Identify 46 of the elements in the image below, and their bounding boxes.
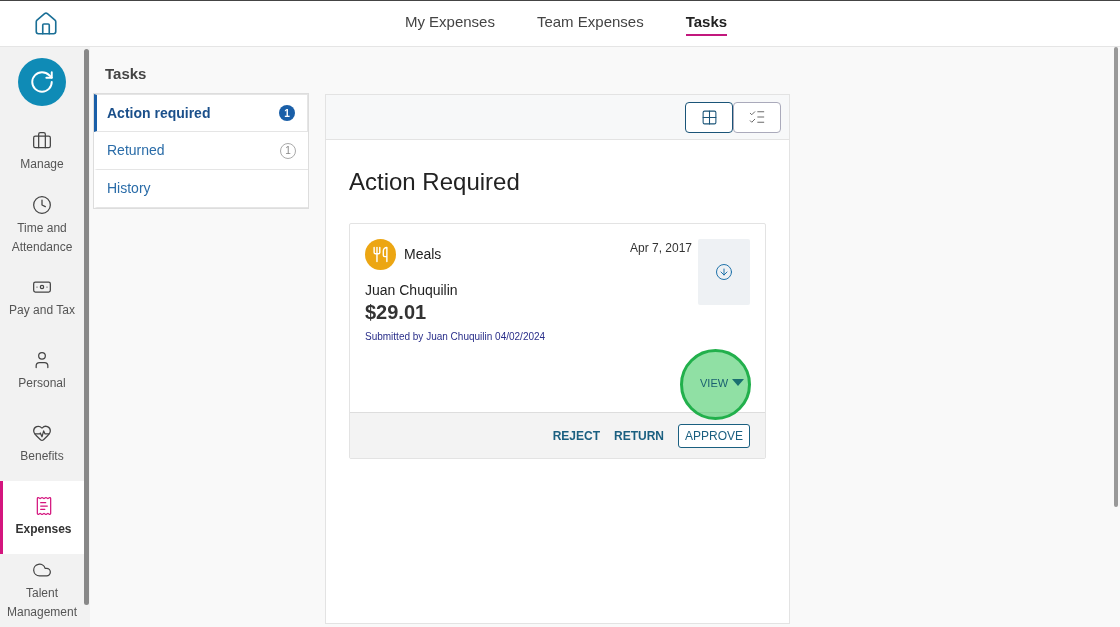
grid-view-button[interactable] <box>685 101 733 133</box>
task-filter-item[interactable]: Action required 1 <box>94 94 308 132</box>
action-link[interactable]: RETURN <box>613 426 664 445</box>
task-filter-item[interactable]: Returned 1 <box>94 132 308 170</box>
sidebar-label: Expenses <box>15 521 72 538</box>
sidebar-item[interactable]: Pay and Tax <box>0 262 84 335</box>
briefcase-icon <box>32 131 52 151</box>
download-button[interactable] <box>698 239 750 305</box>
page-scrollbar[interactable] <box>1114 47 1118 507</box>
sidebar-label: Personal <box>18 375 66 392</box>
task-filter-item[interactable]: History <box>94 170 308 208</box>
sidebar-item[interactable]: Benefits <box>0 408 84 481</box>
nav-tab[interactable]: My Expenses <box>404 10 495 37</box>
sidebar-label: Benefits <box>20 448 64 465</box>
sidebar-item[interactable]: Talent Management <box>0 554 84 627</box>
meals-icon <box>365 239 396 270</box>
expense-date: Apr 7, 2017 <box>629 240 692 257</box>
sidebar-item[interactable]: Time and Attendance <box>0 189 84 262</box>
checklist-icon <box>748 108 766 126</box>
sidebar-scrollbar[interactable] <box>84 49 89 605</box>
tasks-title: Tasks <box>104 64 148 84</box>
sidebar-label: Talent Management <box>5 584 78 621</box>
approve-button[interactable]: APPROVE <box>677 423 750 448</box>
heart-pulse-icon <box>32 423 52 443</box>
sidebar-item[interactable]: Manage <box>0 116 84 189</box>
home-icon[interactable] <box>33 10 59 37</box>
grid-icon <box>700 108 718 126</box>
action-link[interactable]: REJECT <box>552 426 600 445</box>
caret-icon <box>732 379 745 388</box>
sidebar-label: Pay and Tax <box>9 302 75 319</box>
sidebar-item[interactable]: Personal <box>0 335 84 408</box>
nav-tab[interactable]: Team Expenses <box>536 10 644 37</box>
page-heading: Action Required <box>349 167 521 197</box>
employee-name: Juan Chuquilin <box>365 281 459 300</box>
expense-amount: $29.01 <box>365 301 428 323</box>
submitted-info: Submitted by Juan Chuquilin 04/02/2024 <box>365 330 547 344</box>
nav-tab[interactable]: Tasks <box>685 10 728 37</box>
expense-category: Meals <box>404 245 442 264</box>
count-badge: 1 <box>279 105 295 121</box>
view-button[interactable]: VIEW <box>700 375 745 392</box>
sidebar-label: Time and Attendance <box>10 219 74 256</box>
app-logo[interactable] <box>18 57 66 106</box>
sidebar-item[interactable]: Expenses <box>0 481 84 554</box>
sidebar-label: Manage <box>20 156 64 173</box>
download-icon <box>715 263 733 281</box>
clock-icon <box>32 194 52 215</box>
